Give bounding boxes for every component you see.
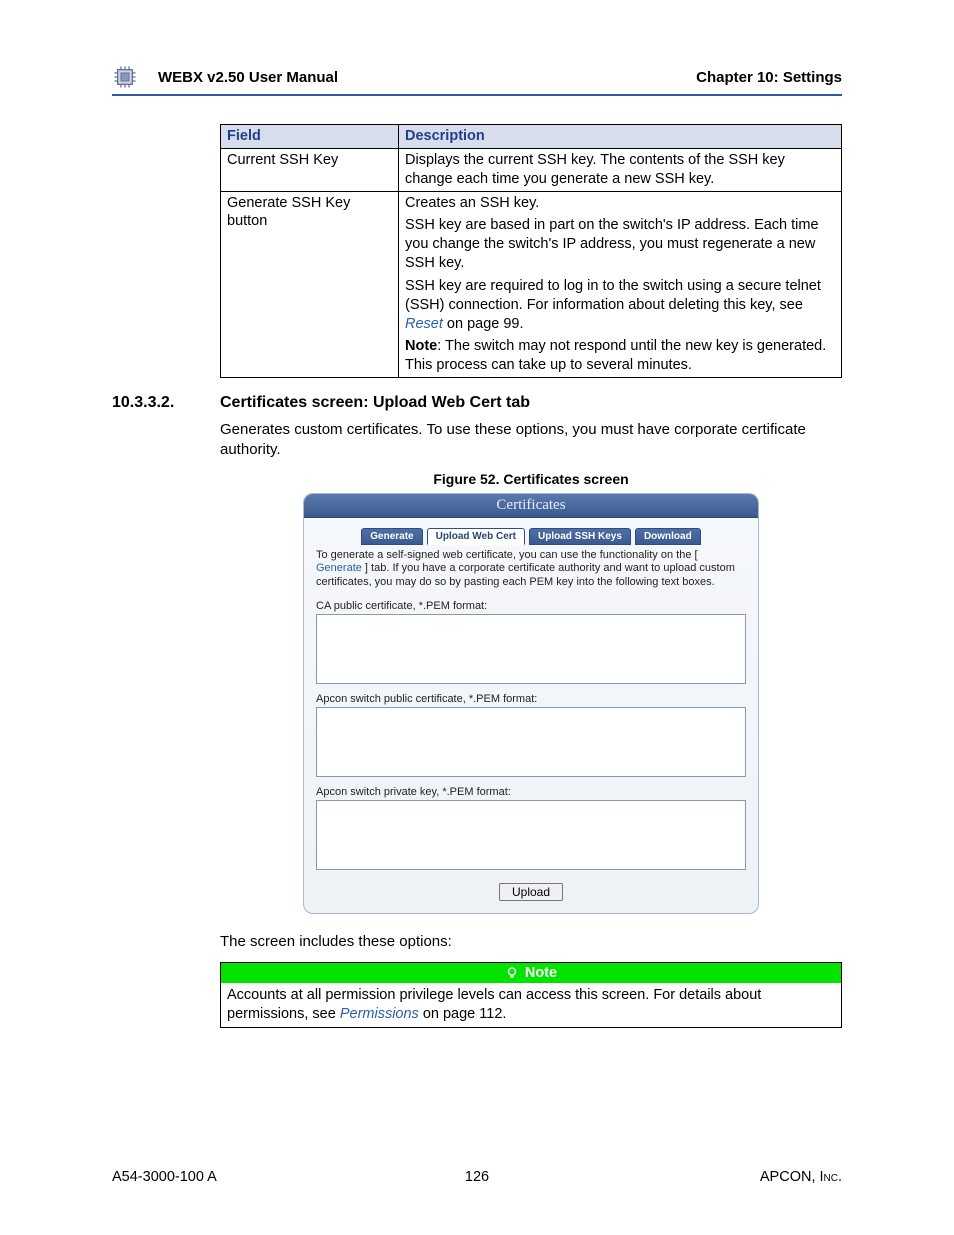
desc-text: SSH key are based in part on the switch'… <box>405 216 835 273</box>
desc-text: Displays the current SSH key. The conten… <box>405 151 835 189</box>
note-box: Note Accounts at all permission privileg… <box>220 962 842 1028</box>
field-description-table: Field Description Current SSH Key Displa… <box>220 124 842 378</box>
note-body: Accounts at all permission privilege lev… <box>221 983 841 1027</box>
panel-title: Certificates <box>304 494 758 518</box>
tab-download[interactable]: Download <box>635 528 701 545</box>
tab-bar: Generate Upload Web Cert Upload SSH Keys… <box>316 528 746 545</box>
switch-public-label: Apcon switch public certificate, *.PEM f… <box>316 693 746 705</box>
footer-page-number: 126 <box>112 1169 842 1185</box>
chapter-title: Chapter 10: Settings <box>696 69 842 86</box>
permissions-link[interactable]: Permissions <box>340 1006 419 1022</box>
note-label: Note <box>525 965 557 981</box>
upload-button[interactable]: Upload <box>499 883 563 901</box>
desc-text: Creates an SSH key. <box>405 194 835 213</box>
switch-private-textarea[interactable] <box>316 800 746 870</box>
desc-cell: Creates an SSH key. SSH key are based in… <box>399 191 842 378</box>
figure-caption: Figure 52. Certificates screen <box>220 471 842 487</box>
switch-public-textarea[interactable] <box>316 707 746 777</box>
tab-upload-ssh-keys[interactable]: Upload SSH Keys <box>529 528 631 545</box>
field-cell: Generate SSH Key button <box>221 191 399 378</box>
tab-generate[interactable]: Generate <box>361 528 422 545</box>
desc-text: SSH key are required to log in to the sw… <box>405 277 835 334</box>
col-header-description: Description <box>399 125 842 149</box>
table-row: Current SSH Key Displays the current SSH… <box>221 148 842 191</box>
desc-text: Note: The switch may not respond until t… <box>405 337 835 375</box>
generate-tab-link[interactable]: Generate <box>316 562 362 574</box>
field-cell: Current SSH Key <box>221 148 399 191</box>
tab-upload-web-cert[interactable]: Upload Web Cert <box>427 528 525 545</box>
cert-instructions: To generate a self-signed web certificat… <box>316 549 746 590</box>
section-number: 10.3.3.2. <box>112 394 220 412</box>
ca-public-textarea[interactable] <box>316 614 746 684</box>
reset-link[interactable]: Reset <box>405 316 443 332</box>
note-header: Note <box>221 963 841 983</box>
ca-public-label: CA public certificate, *.PEM format: <box>316 600 746 612</box>
section-title: Certificates screen: Upload Web Cert tab <box>220 394 530 412</box>
certificates-panel: Certificates Generate Upload Web Cert Up… <box>303 493 759 914</box>
page-footer: A54-3000-100 A 126 APCON, Inc. <box>112 1169 842 1185</box>
desc-cell: Displays the current SSH key. The conten… <box>399 148 842 191</box>
manual-title: WEBX v2.50 User Manual <box>158 69 338 86</box>
page-header: WEBX v2.50 User Manual Chapter 10: Setti… <box>112 64 842 96</box>
table-row: Generate SSH Key button Creates an SSH k… <box>221 191 842 378</box>
chip-icon <box>112 64 138 90</box>
switch-private-label: Apcon switch private key, *.PEM format: <box>316 786 746 798</box>
options-intro: The screen includes these options: <box>220 932 842 952</box>
col-header-field: Field <box>221 125 399 149</box>
lightbulb-icon <box>505 966 519 980</box>
section-intro: Generates custom certificates. To use th… <box>220 420 842 461</box>
